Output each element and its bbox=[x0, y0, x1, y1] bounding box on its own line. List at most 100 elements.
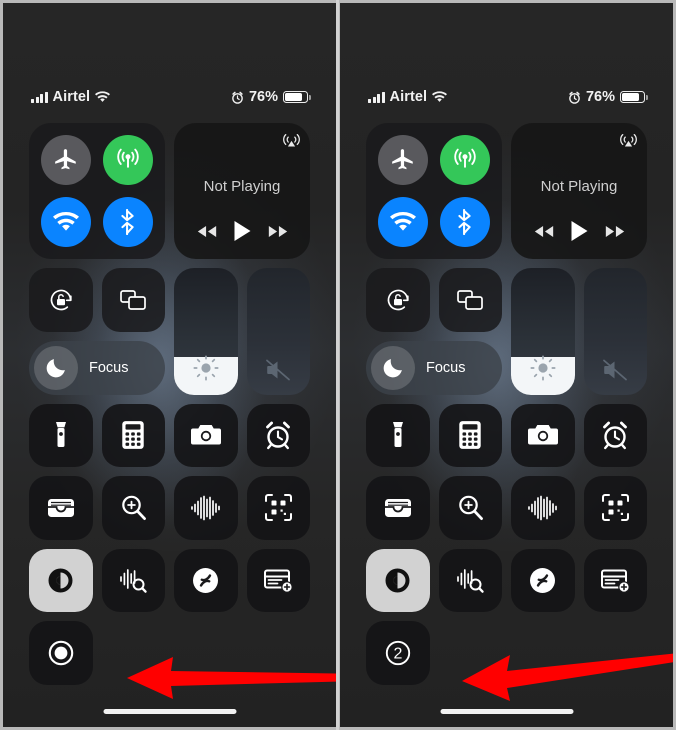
brightness-slider[interactable] bbox=[511, 268, 575, 395]
airplane-icon bbox=[55, 149, 76, 170]
tile-timer[interactable] bbox=[583, 403, 647, 467]
tile-screen-recording[interactable] bbox=[29, 621, 93, 685]
airplay-audio-icon[interactable] bbox=[619, 131, 638, 150]
tile-row-3 bbox=[366, 548, 647, 612]
tile-quick-note[interactable] bbox=[246, 548, 310, 612]
flashlight-icon bbox=[392, 422, 403, 448]
tile-magnifier[interactable] bbox=[438, 476, 502, 540]
now-playing-module[interactable]: Not Playing bbox=[511, 123, 647, 259]
tile-sound-recognition[interactable] bbox=[438, 548, 502, 612]
tile-calculator[interactable] bbox=[438, 403, 502, 467]
wifi-button[interactable] bbox=[378, 197, 428, 247]
connectivity-module[interactable] bbox=[29, 123, 165, 259]
volume-slider[interactable] bbox=[246, 268, 310, 395]
battery-percent-label: 76% bbox=[248, 89, 278, 105]
cellular-data-icon bbox=[454, 148, 476, 168]
phone-screen-left: Airtel 76% Not Playing Focus bbox=[3, 3, 336, 727]
volume-slider[interactable] bbox=[583, 268, 647, 395]
tile-row-1 bbox=[366, 403, 647, 467]
tile-camera[interactable] bbox=[174, 403, 238, 467]
airplay-audio-icon[interactable] bbox=[282, 131, 301, 150]
tile-dark-mode[interactable] bbox=[29, 548, 93, 612]
camera-icon bbox=[190, 425, 221, 445]
airplane-icon bbox=[392, 149, 413, 170]
play-icon[interactable] bbox=[570, 220, 589, 242]
tile-hearing[interactable] bbox=[511, 476, 575, 540]
fast-forward-icon[interactable] bbox=[267, 225, 289, 238]
tile-camera[interactable] bbox=[511, 403, 575, 467]
tile-shazam[interactable] bbox=[511, 548, 575, 612]
home-indicator-right bbox=[440, 709, 573, 714]
tile-row-4 bbox=[29, 621, 310, 685]
fast-forward-icon[interactable] bbox=[604, 225, 626, 238]
tile-timer[interactable] bbox=[246, 403, 310, 467]
brightness-sun-icon bbox=[511, 353, 575, 383]
tile-row-1 bbox=[29, 403, 310, 467]
status-bar-left: Airtel 76% bbox=[3, 86, 336, 108]
home-indicator-left bbox=[103, 709, 236, 714]
quick-note-icon bbox=[601, 569, 631, 593]
cellular-data-icon bbox=[117, 148, 139, 168]
dark-mode-icon bbox=[385, 568, 410, 593]
carrier-label: Airtel bbox=[52, 89, 91, 105]
cellular-data-button[interactable] bbox=[103, 135, 153, 185]
battery-percent-label: 76% bbox=[585, 89, 615, 105]
qr-scanner-icon bbox=[264, 494, 292, 522]
focus-label: Focus bbox=[426, 359, 466, 376]
flashlight-icon bbox=[55, 422, 66, 448]
tile-dark-mode[interactable] bbox=[366, 548, 430, 612]
tile-calculator[interactable] bbox=[101, 403, 165, 467]
rotation-lock-icon bbox=[387, 289, 409, 311]
cellular-bars-icon bbox=[368, 91, 385, 103]
tile-flashlight[interactable] bbox=[29, 403, 93, 467]
bluetooth-icon bbox=[121, 209, 134, 235]
brightness-sun-icon bbox=[174, 353, 238, 383]
tile-magnifier[interactable] bbox=[101, 476, 165, 540]
camera-icon bbox=[527, 425, 558, 445]
battery-icon bbox=[283, 90, 311, 104]
tile-hearing[interactable] bbox=[174, 476, 238, 540]
focus-button[interactable]: Focus bbox=[366, 340, 502, 395]
panel-divider bbox=[336, 0, 339, 730]
tile-quick-note[interactable] bbox=[583, 548, 647, 612]
bluetooth-button[interactable] bbox=[440, 197, 490, 247]
tile-code-scanner[interactable] bbox=[246, 476, 310, 540]
connectivity-module[interactable] bbox=[366, 123, 502, 259]
tile-shazam[interactable] bbox=[174, 548, 238, 612]
brightness-slider[interactable] bbox=[174, 268, 238, 395]
tile-code-scanner[interactable] bbox=[583, 476, 647, 540]
carrier-label: Airtel bbox=[389, 89, 428, 105]
now-playing-module[interactable]: Not Playing bbox=[174, 123, 310, 259]
wifi-icon bbox=[53, 212, 79, 231]
alarm-clock-icon bbox=[231, 91, 244, 104]
sound-waveform-icon bbox=[527, 495, 557, 521]
airplane-mode-button[interactable] bbox=[41, 135, 91, 185]
rotation-lock-button[interactable] bbox=[29, 268, 93, 332]
battery-icon bbox=[620, 90, 648, 104]
screen-mirroring-button[interactable] bbox=[101, 268, 165, 332]
focus-button[interactable]: Focus bbox=[29, 340, 165, 395]
sound-waveform-icon bbox=[190, 495, 220, 521]
play-icon[interactable] bbox=[233, 220, 252, 242]
wallet-icon bbox=[384, 498, 411, 517]
tile-wallet[interactable] bbox=[29, 476, 93, 540]
tile-flashlight[interactable] bbox=[366, 403, 430, 467]
screen-mirroring-button[interactable] bbox=[438, 268, 502, 332]
rewind-icon[interactable] bbox=[533, 225, 555, 238]
focus-label: Focus bbox=[89, 359, 129, 376]
shazam-icon bbox=[193, 567, 219, 593]
screen-mirroring-icon bbox=[457, 289, 484, 310]
tile-sound-recognition[interactable] bbox=[101, 548, 165, 612]
tile-row-4: 2 bbox=[366, 621, 647, 685]
tile-screen-recording-countdown[interactable]: 2 bbox=[366, 621, 430, 685]
wifi-icon bbox=[95, 91, 111, 103]
bluetooth-button[interactable] bbox=[103, 197, 153, 247]
wifi-button[interactable] bbox=[41, 197, 91, 247]
rewind-icon[interactable] bbox=[196, 225, 218, 238]
cellular-data-button[interactable] bbox=[440, 135, 490, 185]
tile-wallet[interactable] bbox=[366, 476, 430, 540]
wifi-icon bbox=[432, 91, 448, 103]
airplane-mode-button[interactable] bbox=[378, 135, 428, 185]
rotation-lock-button[interactable] bbox=[366, 268, 430, 332]
wifi-icon bbox=[390, 212, 416, 231]
